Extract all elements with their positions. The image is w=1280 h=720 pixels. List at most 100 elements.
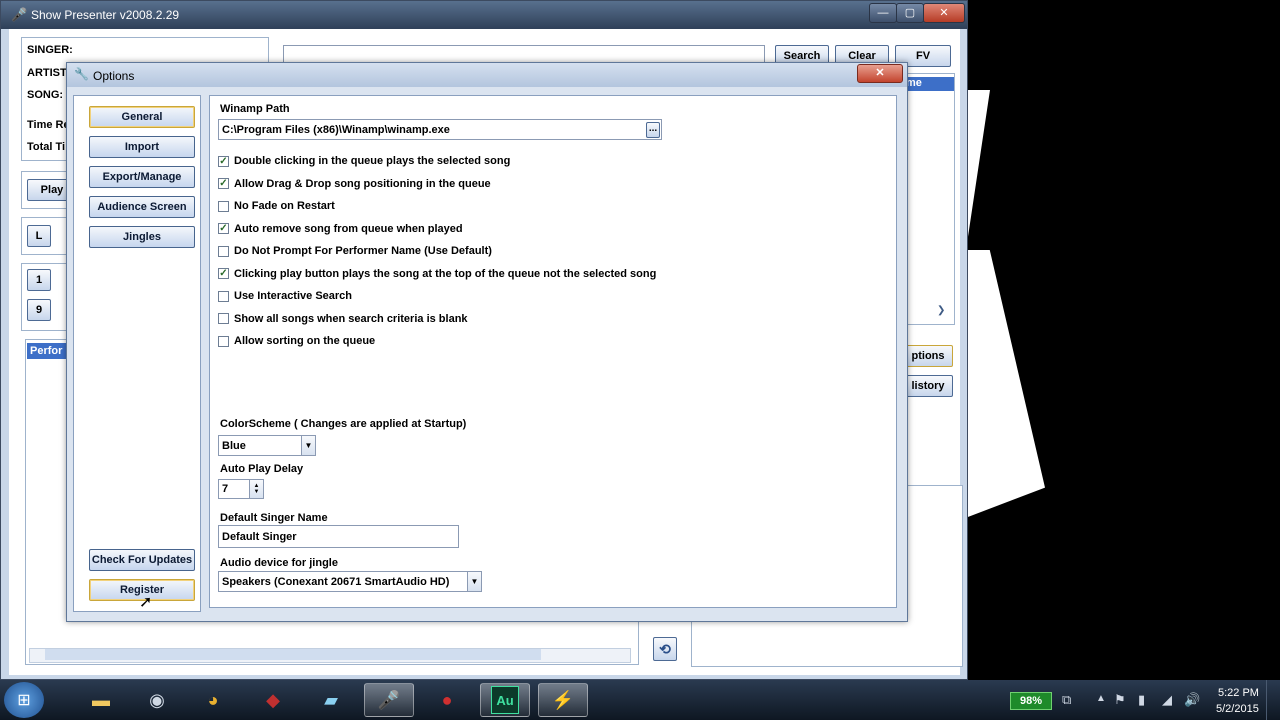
checkbox-row[interactable]: ✓ Double clicking in the queue plays the … xyxy=(218,153,510,169)
steam-icon: ◉ xyxy=(149,689,165,710)
network-tray-icon[interactable]: ⧉ xyxy=(1062,692,1071,708)
taskbar-app9[interactable]: ⚡ xyxy=(538,683,588,717)
l-button[interactable]: L xyxy=(27,225,51,247)
default-singer-label: Default Singer Name xyxy=(220,512,328,524)
checked-checkbox[interactable]: ✓ xyxy=(218,223,229,234)
song-list-header-label: me xyxy=(906,77,922,89)
start-button[interactable]: ⊞ xyxy=(4,682,44,718)
volume-icon[interactable]: 🔊 xyxy=(1184,692,1200,708)
unchecked-checkbox[interactable] xyxy=(218,290,229,302)
color-scheme-select[interactable]: Blue ▼ xyxy=(218,435,316,456)
taskbar-show-presenter[interactable]: 🎤 xyxy=(364,683,414,717)
checkbox-label: Allow sorting on the queue xyxy=(234,335,376,347)
number-button-9[interactable]: 9 xyxy=(27,299,51,321)
winamp-path-label: Winamp Path xyxy=(220,103,290,115)
checkbox-row[interactable]: ✓ Allow Drag & Drop song positioning in t… xyxy=(218,176,491,192)
folder-icon: ▬ xyxy=(92,689,110,710)
number-button-1[interactable]: 1 xyxy=(27,269,51,291)
main-window-title: Show Presenter v2008.2.29 xyxy=(31,8,180,22)
show-hidden-icons-icon[interactable]: ▲ xyxy=(1096,693,1106,704)
song-list-header: me xyxy=(904,77,954,91)
check-for-updates-button[interactable]: Check For Updates xyxy=(89,549,195,571)
default-singer-input[interactable]: Default Singer xyxy=(218,525,459,548)
time-remaining-label: Time Re xyxy=(27,119,70,131)
taskbar-app5[interactable]: ▰ xyxy=(306,683,356,717)
auto-play-delay-stepper[interactable]: 7 ▲ ▼ xyxy=(218,479,264,499)
clock-date[interactable]: 5/2/2015 xyxy=(1216,703,1259,715)
nav-general[interactable]: General xyxy=(89,106,195,128)
options-titlebar: 🔧 Options ✕ xyxy=(67,63,907,87)
taskbar-audition[interactable]: Au xyxy=(480,683,530,717)
checkbox-row[interactable]: Use Interactive Search xyxy=(218,288,352,304)
history-button[interactable]: listory xyxy=(903,375,953,397)
winamp-path-value: C:\Program Files (x86)\Winamp\winamp.exe xyxy=(222,123,450,136)
options-button[interactable]: ptions xyxy=(903,345,953,367)
undo-icon: ⟲ xyxy=(659,641,671,657)
options-nav-panel: General Import Export/Manage Audience Sc… xyxy=(73,95,201,612)
checked-checkbox[interactable]: ✓ xyxy=(218,268,229,279)
options-dialog: 🔧 Options ✕ General Import Export/Manage… xyxy=(66,62,908,622)
taskbar-explorer[interactable]: ▬ xyxy=(76,683,126,717)
auto-play-delay-value: 7 xyxy=(222,483,229,495)
nav-audience-screen[interactable]: Audience Screen xyxy=(89,196,195,218)
maximize-button[interactable]: ▢ xyxy=(896,3,924,23)
unchecked-checkbox[interactable] xyxy=(218,313,229,324)
blue-app-icon: ▰ xyxy=(324,689,338,710)
checkbox-label: Show all songs when search criteria is b… xyxy=(234,312,468,325)
flag-icon[interactable]: ⚑ xyxy=(1114,692,1126,708)
performer-header-label: Perfor xyxy=(30,345,63,357)
unchecked-checkbox[interactable] xyxy=(218,245,229,257)
unchecked-checkbox[interactable] xyxy=(218,335,229,347)
auto-play-delay-label: Auto Play Delay xyxy=(220,463,304,475)
taskbar-steam[interactable]: ◉ xyxy=(132,683,182,717)
options-general-panel: Winamp Path C:\Program Files (x86)\Winam… xyxy=(209,95,897,608)
song-label: SONG: xyxy=(27,89,64,101)
audio-device-select[interactable]: Speakers (Conexant 20671 SmartAudio HD) … xyxy=(218,571,482,592)
wifi-icon[interactable]: ◢ xyxy=(1162,692,1172,708)
red-app-icon: ◆ xyxy=(266,689,280,710)
close-button[interactable]: ✕ xyxy=(923,3,965,23)
checkbox-row[interactable]: ✓ Clicking play button plays the song at … xyxy=(218,266,656,282)
power-icon[interactable]: ▮ xyxy=(1138,692,1145,708)
unchecked-checkbox[interactable] xyxy=(218,200,229,212)
spin-arrows-icon[interactable]: ▲ ▼ xyxy=(249,480,263,498)
checkbox-label: Double clicking in the queue plays the s… xyxy=(234,155,511,167)
nav-export-manage[interactable]: Export/Manage xyxy=(89,166,195,188)
scroll-right-icon[interactable]: ❯ xyxy=(937,305,945,316)
taskbar-chrome[interactable]: ◕ xyxy=(188,683,238,717)
scrollbar-thumb[interactable] xyxy=(45,649,541,660)
checked-checkbox[interactable]: ✓ xyxy=(218,178,229,189)
clock-time[interactable]: 5:22 PM xyxy=(1218,687,1259,699)
checkbox-label: Do Not Prompt For Performer Name (Use De… xyxy=(234,245,492,257)
battery-indicator[interactable]: 98% xyxy=(1010,692,1052,710)
taskbar-app4[interactable]: ◆ xyxy=(248,683,298,717)
taskbar-app7[interactable]: ● xyxy=(422,683,472,717)
microphone-icon: 🎤 xyxy=(11,7,28,22)
checkbox-row[interactable]: Show all songs when search criteria is b… xyxy=(218,311,468,327)
checkbox-label: Allow Drag & Drop song positioning in th… xyxy=(234,177,491,190)
checkbox-label: Auto remove song from queue when played xyxy=(234,222,463,235)
nav-jingles[interactable]: Jingles xyxy=(89,226,195,248)
winamp-path-input[interactable]: C:\Program Files (x86)\Winamp\winamp.exe xyxy=(218,119,662,140)
total-time-label: Total Ti xyxy=(27,141,66,153)
undo-button[interactable]: ⟲ xyxy=(653,637,677,661)
checked-checkbox[interactable]: ✓ xyxy=(218,155,229,167)
checkbox-label: Clicking play button plays the song at t… xyxy=(234,267,657,280)
nav-import[interactable]: Import xyxy=(89,136,195,158)
audio-device-label: Audio device for jingle xyxy=(220,557,338,569)
checkbox-row[interactable]: ✓ Auto remove song from queue when played xyxy=(218,221,463,237)
singer-label: SINGER: xyxy=(27,44,73,56)
audition-icon: Au xyxy=(491,686,519,714)
color-scheme-label: ColorScheme ( Changes are applied at Sta… xyxy=(220,418,467,430)
show-desktop-button[interactable] xyxy=(1266,680,1280,720)
browse-button[interactable]: ... xyxy=(646,122,660,138)
checkbox-row[interactable]: Do Not Prompt For Performer Name (Use De… xyxy=(218,243,492,259)
minimize-button[interactable]: — xyxy=(869,3,897,23)
default-singer-value: Default Singer xyxy=(222,530,297,543)
microphone-icon: 🎤 xyxy=(377,689,401,710)
checkbox-row[interactable]: No Fade on Restart xyxy=(218,198,335,214)
options-close-button[interactable]: ✕ xyxy=(857,64,903,83)
checkbox-row[interactable]: Allow sorting on the queue xyxy=(218,333,375,349)
red-circle-icon: ● xyxy=(441,689,453,710)
artist-label: ARTIST xyxy=(27,67,67,79)
